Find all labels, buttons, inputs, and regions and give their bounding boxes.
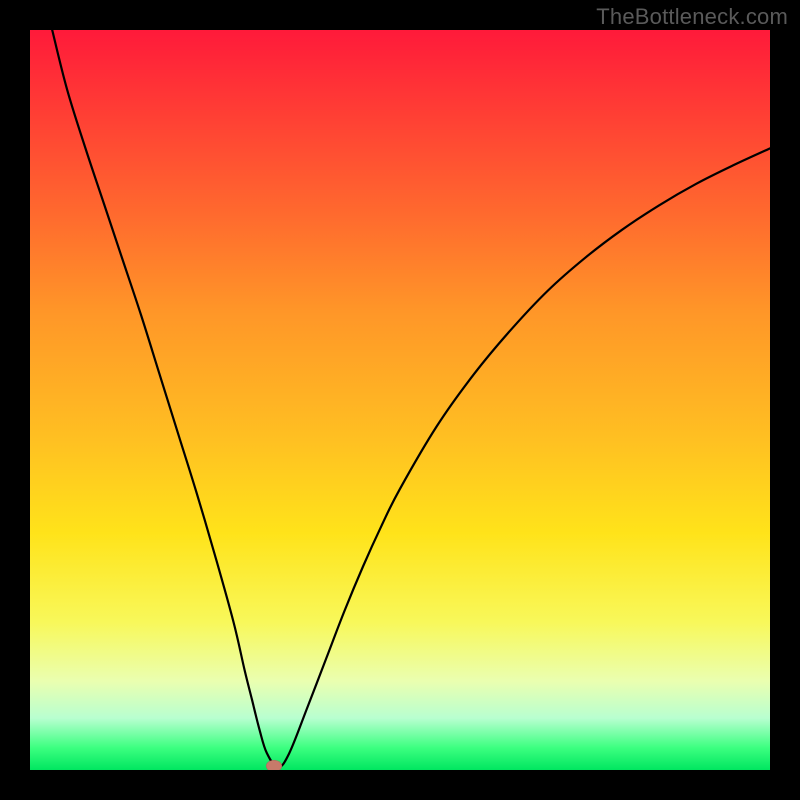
chart-frame: TheBottleneck.com: [0, 0, 800, 800]
watermark-text: TheBottleneck.com: [596, 4, 788, 30]
plot-area: [30, 30, 770, 770]
bottleneck-curve: [30, 30, 770, 770]
optimal-point-marker: [266, 760, 282, 770]
